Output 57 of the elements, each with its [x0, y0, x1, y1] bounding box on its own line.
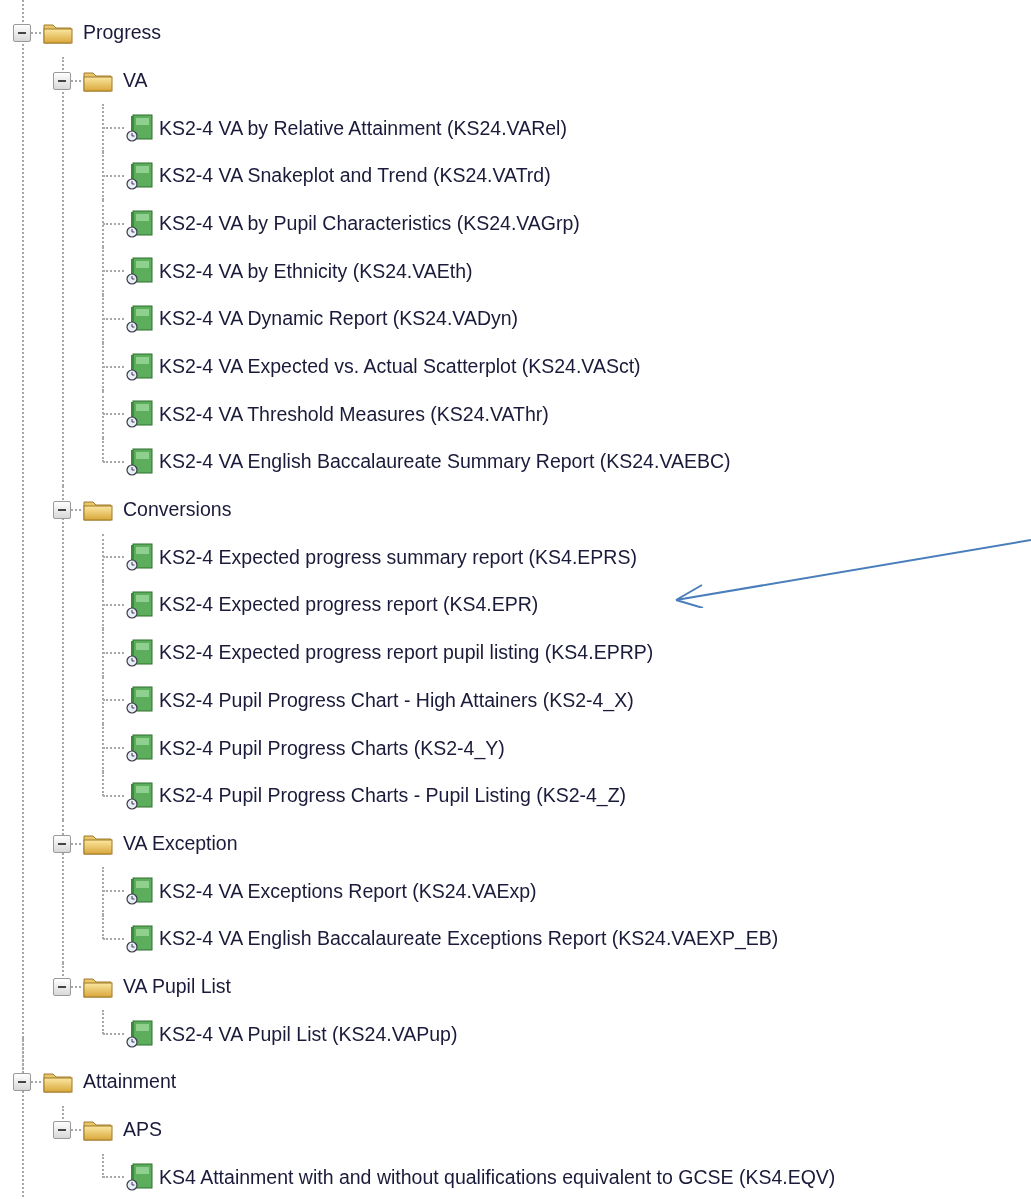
folder-label[interactable]: Progress [81, 18, 164, 48]
report-label[interactable]: KS2-4 VA Expected vs. Actual Scatterplot (KS24.VASct) [157, 352, 643, 382]
report-label[interactable]: KS4 Attainment with and without qualifications equivalent to GCSE (KS4.EQV) [157, 1162, 838, 1192]
report-book-icon [125, 924, 153, 953]
report-label[interactable]: KS2-4 VA Dynamic Report (KS24.VADyn) [157, 304, 521, 334]
folder-label[interactable]: Attainment [81, 1067, 179, 1097]
folder-icon [83, 1118, 113, 1141]
report-book-icon [125, 638, 153, 667]
report-label[interactable]: KS2-4 VA Pupil List (KS24.VAPup) [157, 1019, 460, 1049]
folder-label[interactable]: VA [121, 65, 150, 96]
report-label[interactable]: KS2-4 VA by Pupil Characteristics (KS24.VAGrp) [157, 208, 582, 239]
report-book-icon [125, 257, 153, 286]
folder-icon [43, 21, 73, 44]
folder-icon [83, 69, 113, 92]
report-book-icon [125, 448, 153, 477]
collapse-toggle[interactable] [53, 977, 71, 996]
report-book-icon [125, 304, 153, 333]
folder-label[interactable]: APS [121, 1115, 165, 1145]
report-book-icon [125, 114, 153, 143]
collapse-toggle[interactable] [13, 1072, 31, 1091]
report-book-icon [125, 686, 153, 715]
report-label[interactable]: KS2-4 Pupil Progress Chart - High Attainers (KS2-4_X) [157, 685, 636, 716]
folder-icon [83, 498, 113, 521]
report-book-icon [125, 400, 153, 429]
report-label[interactable]: KS2-4 Expected progress report (KS4.EPR) [157, 590, 541, 620]
report-book-icon [125, 734, 153, 763]
report-label[interactable]: KS2-4 Expected progress report pupil listing (KS4.EPRP) [157, 638, 656, 668]
report-label[interactable]: KS2-4 VA Snakeplot and Trend (KS24.VATrd) [157, 161, 553, 191]
report-label[interactable]: KS2-4 VA Threshold Measures (KS24.VAThr) [157, 399, 551, 429]
report-label[interactable]: KS2-4 Expected progress summary report (KS4.EPRS) [157, 542, 639, 573]
collapse-toggle[interactable] [53, 1120, 71, 1139]
folder-icon [83, 832, 113, 855]
report-book-icon [125, 209, 153, 238]
report-book-icon [125, 543, 153, 572]
report-book-icon [125, 781, 153, 810]
report-book-icon [125, 352, 153, 381]
report-label[interactable]: KS2-4 VA by Relative Attainment (KS24.VARel) [157, 113, 569, 143]
report-book-icon [125, 161, 153, 190]
report-label[interactable]: KS2-4 VA Exceptions Report (KS24.VAExp) [157, 876, 539, 906]
collapse-toggle[interactable] [53, 71, 71, 90]
folder-icon [43, 1070, 73, 1093]
report-book-icon [125, 1020, 153, 1049]
folder-label[interactable]: VA Exception [121, 828, 240, 859]
collapse-toggle[interactable] [53, 834, 71, 853]
report-label[interactable]: KS2-4 Pupil Progress Charts - Pupil Listing (KS2-4_Z) [157, 781, 629, 811]
report-label[interactable]: KS2-4 VA by Ethnicity (KS24.VAEth) [157, 256, 475, 286]
folder-label[interactable]: Conversions [121, 495, 234, 525]
report-book-icon [125, 1163, 153, 1192]
folder-icon [83, 975, 113, 998]
report-book-icon [125, 877, 153, 906]
report-book-icon [125, 591, 153, 620]
report-label[interactable]: KS2-4 Pupil Progress Charts (KS2-4_Y) [157, 733, 507, 763]
report-label[interactable]: KS2-4 VA English Baccalaureate Exceptions Report (KS24.VAEXP_EB) [157, 924, 781, 954]
collapse-toggle[interactable] [13, 23, 31, 42]
folder-label[interactable]: VA Pupil List [121, 971, 234, 1002]
collapse-toggle[interactable] [53, 500, 71, 519]
report-label[interactable]: KS2-4 VA English Baccalaureate Summary Report (KS24.VAEBC) [157, 447, 733, 477]
